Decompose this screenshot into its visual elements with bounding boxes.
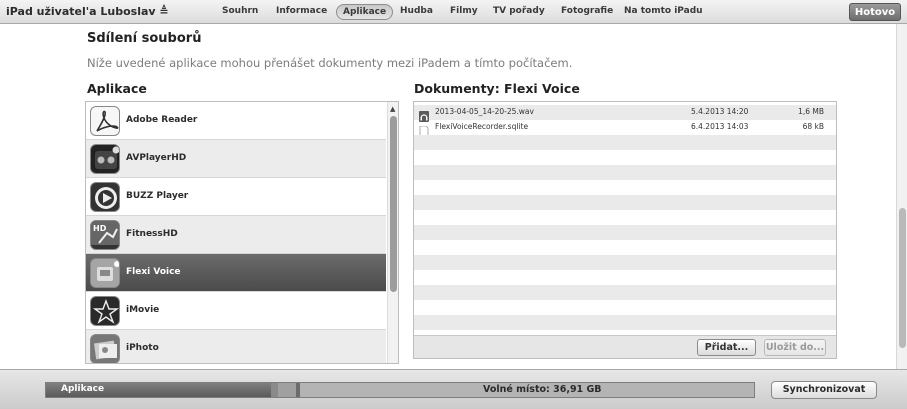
capacity-other-segment [278,383,296,397]
sync-button[interactable]: Synchronizovat [771,381,877,399]
empty-row [414,300,836,315]
empty-row [414,135,836,150]
app-list-scrollbar-thumb[interactable] [390,116,397,292]
iphoto-icon [90,334,120,363]
empty-row [414,150,836,165]
bottom-bar: Aplikace Volné místo: 36,91 GB Synchroni… [0,369,907,409]
page-scrollbar[interactable] [896,24,907,369]
capacity-bar: Aplikace Volné místo: 36,91 GB [45,382,755,398]
save-to-button[interactable]: Uložit do... [764,339,826,356]
app-name: BUZZ Player [126,191,189,201]
empty-row [414,240,836,255]
app-list-scrollbar[interactable]: ▲ [387,102,398,363]
app-name: Adobe Reader [126,115,198,125]
app-item-adobe-reader[interactable]: Adobe Reader [86,102,386,140]
capacity-other-segment [296,383,300,397]
done-button[interactable]: Hotovo [849,3,901,21]
document-row[interactable]: 2013-04-05_14-20-25.wav 5.4.2013 14:20 1… [414,105,836,122]
tab-filmy[interactable]: Filmy [450,4,478,20]
app-item-flexi-voice[interactable]: Flexi Voice [86,254,386,292]
avplayerhd-icon [90,144,120,174]
audio-file-icon [419,107,429,122]
section-title: Sdílení souborů [87,31,202,46]
capacity-apps-label: Aplikace [61,384,105,394]
buzz-player-icon [90,182,120,212]
empty-row [414,285,836,300]
tab-informace[interactable]: Informace [276,4,327,20]
document-row[interactable]: FlexiVoiceRecorder.sqlite 6.4.2013 14:03… [414,120,836,138]
empty-row [414,225,836,240]
tab-na-tomto-ipadu[interactable]: Na tomto iPadu [624,4,703,20]
document-name: 2013-04-05_14-20-25.wav [435,107,534,116]
flexi-voice-icon [90,258,120,288]
empty-row [414,315,836,330]
documents-footer: Přidat... Uložit do... [414,335,836,358]
app-item-imovie[interactable]: iMovie [86,292,386,330]
section-description: Níže uvedené aplikace mohou přenášet dok… [87,56,573,70]
empty-row [414,255,836,270]
page-scrollbar-thumb[interactable] [899,208,906,348]
app-name: iMovie [126,305,160,315]
top-bar: iPad uživatel'a Luboslav ≜ Souhrn Inform… [0,0,907,24]
empty-row [414,195,836,210]
documents-header: Dokumenty: Flexi Voice [414,81,580,96]
document-file-icon [419,122,429,138]
adobe-reader-icon [90,106,120,136]
capacity-other-segment [271,383,278,397]
tab-fotografie[interactable]: Fotografie [561,4,613,20]
tab-tv-porady[interactable]: TV pořady [493,4,545,20]
empty-row [414,165,836,180]
app-name: FitnessHD [126,229,178,239]
document-name: FlexiVoiceRecorder.sqlite [435,122,529,131]
tab-souhrn[interactable]: Souhrn [222,4,258,20]
empty-row [414,270,836,285]
empty-row [414,210,836,225]
app-list: Adobe Reader AVPlayerHD BUZZ Player HD F… [85,101,399,364]
fitnesshd-icon: HD [90,220,120,250]
app-item-iphoto[interactable]: iPhoto [86,330,386,363]
document-date: 5.4.2013 14:20 [691,107,749,116]
app-name: Flexi Voice [126,267,181,277]
document-size: 68 kB [802,122,824,131]
document-size: 1,6 MB [798,107,824,116]
app-name: iPhoto [126,343,159,353]
document-date: 6.4.2013 14:03 [691,122,749,131]
empty-row [414,180,836,195]
add-document-button[interactable]: Přidat... [697,339,756,356]
svg-text:HD: HD [93,224,107,233]
free-space-label: Volné místo: 36,91 GB [483,384,602,395]
documents-table: 2013-04-05_14-20-25.wav 5.4.2013 14:20 1… [413,101,837,359]
tab-aplikace[interactable]: Aplikace [336,4,394,20]
app-item-fitnesshd[interactable]: HD FitnessHD [86,216,386,254]
tab-hudba[interactable]: Hudba [400,4,433,20]
apps-header: Aplikace [87,81,147,96]
device-name[interactable]: iPad uživatel'a Luboslav ≜ [6,5,169,18]
app-item-avplayerhd[interactable]: AVPlayerHD [86,140,386,178]
app-item-buzz-player[interactable]: BUZZ Player [86,178,386,216]
app-name: AVPlayerHD [126,153,187,163]
imovie-icon [90,296,120,326]
scroll-up-arrow-icon[interactable]: ▲ [390,105,395,113]
